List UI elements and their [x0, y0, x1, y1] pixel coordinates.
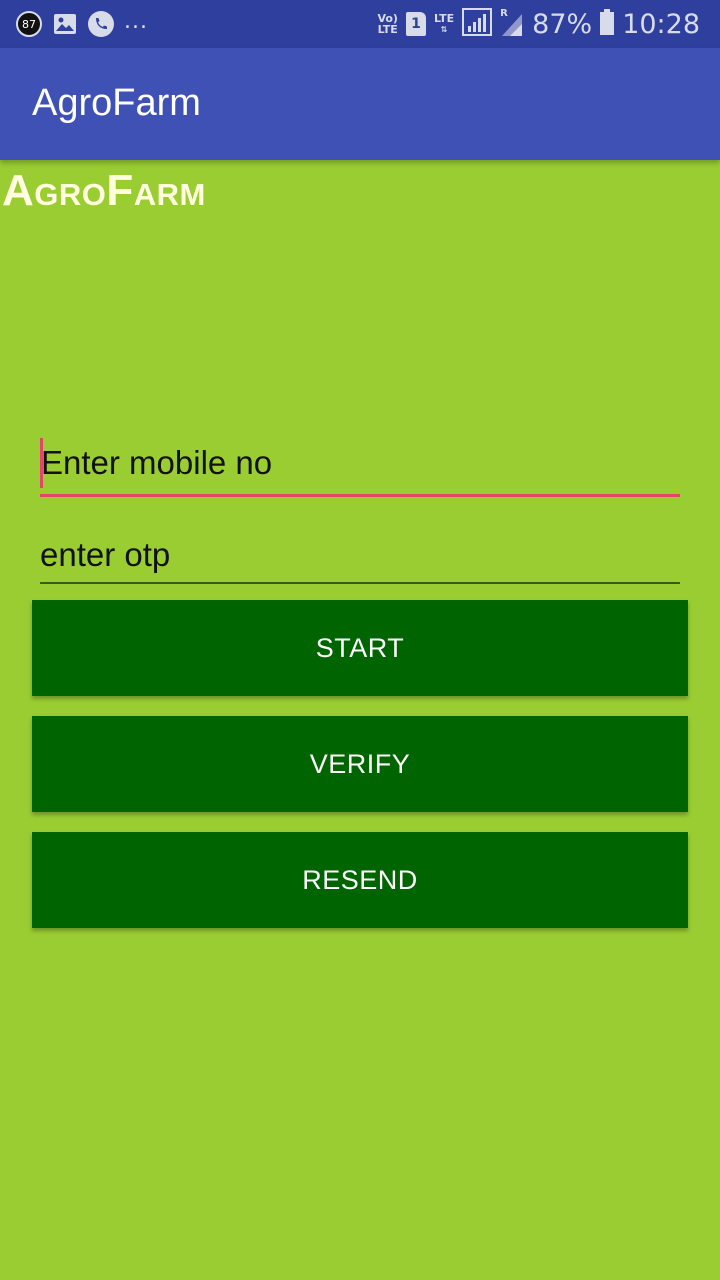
clock: 10:28: [622, 8, 700, 40]
battery-icon: [600, 9, 615, 39]
notification-count-badge: 87: [16, 11, 42, 37]
otp-placeholder: enter otp: [40, 536, 171, 573]
volte-lte-label: LTE: [377, 23, 398, 36]
mobile-number-input[interactable]: Enter mobile no: [40, 438, 680, 497]
lte-data-indicator: LTE ⇅: [434, 13, 454, 35]
roaming-signal-icon: R: [500, 8, 524, 38]
brand-logo-text: AgroFarm: [2, 166, 206, 215]
verify-button[interactable]: VERIFY: [32, 716, 688, 812]
image-icon: [52, 11, 78, 37]
app-bar: AgroFarm: [0, 48, 720, 160]
battery-percentage: 87%: [532, 8, 593, 40]
start-button[interactable]: START: [32, 600, 688, 696]
more-notifications-indicator: ...: [124, 8, 148, 34]
phone-icon: [88, 11, 114, 37]
lte-label: LTE: [433, 12, 455, 25]
mobile-number-placeholder: Enter mobile no: [41, 444, 273, 481]
volte-indicator: Vo) LTE: [377, 13, 398, 35]
data-arrows-icon: ⇅: [440, 25, 448, 34]
resend-button[interactable]: RESEND: [32, 832, 688, 928]
sim-slot-badge: 1: [405, 12, 426, 36]
otp-input[interactable]: enter otp: [40, 534, 680, 584]
status-bar: 87 ... Vo) LTE 1 LTE ⇅ R 87% 10:28: [0, 0, 720, 48]
app-title: AgroFarm: [32, 82, 201, 124]
signal-icon: [462, 8, 493, 40]
